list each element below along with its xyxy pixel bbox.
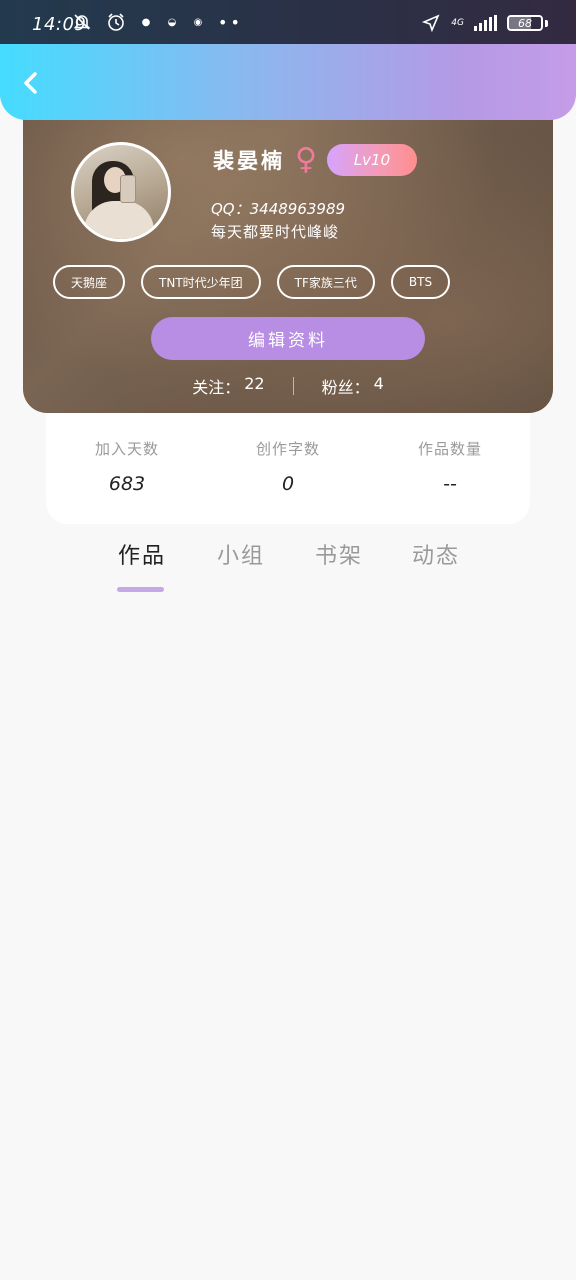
tab-groups[interactable]: 小组 [217,538,265,570]
page-header [0,44,576,120]
avatar[interactable] [71,142,171,242]
tab-works[interactable]: 作品 [118,538,166,570]
avatar-body [84,201,154,239]
stat-label: 作品数量 [417,440,482,458]
chevron-left-icon [24,72,37,94]
signal-icon [474,15,497,31]
status-right-icons: 4G 68 [421,13,548,33]
status-bar: 14:09 ● ◒ ◉ •• 4G 68 [0,0,576,44]
stat-value: 683 [108,473,146,495]
tab-bookshelf[interactable]: 书架 [315,538,363,570]
followers-label: 粉丝： [321,378,370,397]
battery-tip [545,19,548,27]
follow-stats: 关注： 22 粉丝： 4 [23,374,553,398]
tag-item[interactable]: TNT时代少年团 [141,265,261,299]
mute-bell-icon [72,12,92,32]
back-button[interactable] [14,66,48,100]
followers-count[interactable]: 粉丝： 4 [322,374,384,398]
chat-icon: ◒ [167,16,177,28]
stat-works-count: 作品数量 -- [390,438,510,495]
stat-value: -- [443,473,457,495]
profile-card: 裴晏楠 ♀ Lv10 QQ：3448963989 每天都要时代峰峻 天鹅座 TN… [23,96,553,413]
status-left-icons: ● ◒ ◉ •• [72,12,243,32]
more-dots-icon: •• [218,12,243,32]
location-arrow-icon [421,13,441,33]
user-name: 裴晏楠 [213,149,285,173]
tag-item[interactable]: 天鹅座 [53,265,126,299]
divider [292,377,294,395]
stat-value: 0 [281,473,295,495]
active-tab-indicator [117,587,164,592]
edit-profile-button[interactable]: 编辑资料 [151,317,425,360]
female-gender-icon: ♀ [295,142,317,177]
qq-number: QQ：3448963989 [211,200,346,218]
tag-item[interactable]: TF家族三代 [276,265,375,299]
tag-item[interactable]: BTS [390,265,451,299]
battery-icon: 68 [507,15,543,31]
user-motto: 每天都要时代峰峻 [211,223,340,241]
level-badge: Lv10 [326,144,417,176]
following-value: 22 [244,374,265,393]
followers-value: 4 [373,374,384,393]
battery-level: 68 [518,16,532,30]
tag-list: 天鹅座 TNT时代少年团 TF家族三代 BTS [53,265,451,299]
following-label: 关注： [192,378,241,397]
stat-label: 创作字数 [255,440,320,458]
stat-label: 加入天数 [94,440,159,458]
avatar-phone [120,175,136,203]
network-type: 4G [451,17,464,28]
content-tabs: 作品 小组 书架 动态 [0,538,576,598]
stat-word-count: 创作字数 0 [228,438,348,495]
following-count[interactable]: 关注： 22 [192,374,264,398]
tab-activity[interactable]: 动态 [412,538,460,570]
name-row: 裴晏楠 ♀ Lv10 [213,144,417,176]
stat-join-days: 加入天数 683 [67,438,187,495]
alarm-icon [106,12,126,32]
app-icon: ◉ [193,16,203,28]
app-notification-icon: ● [141,16,151,28]
